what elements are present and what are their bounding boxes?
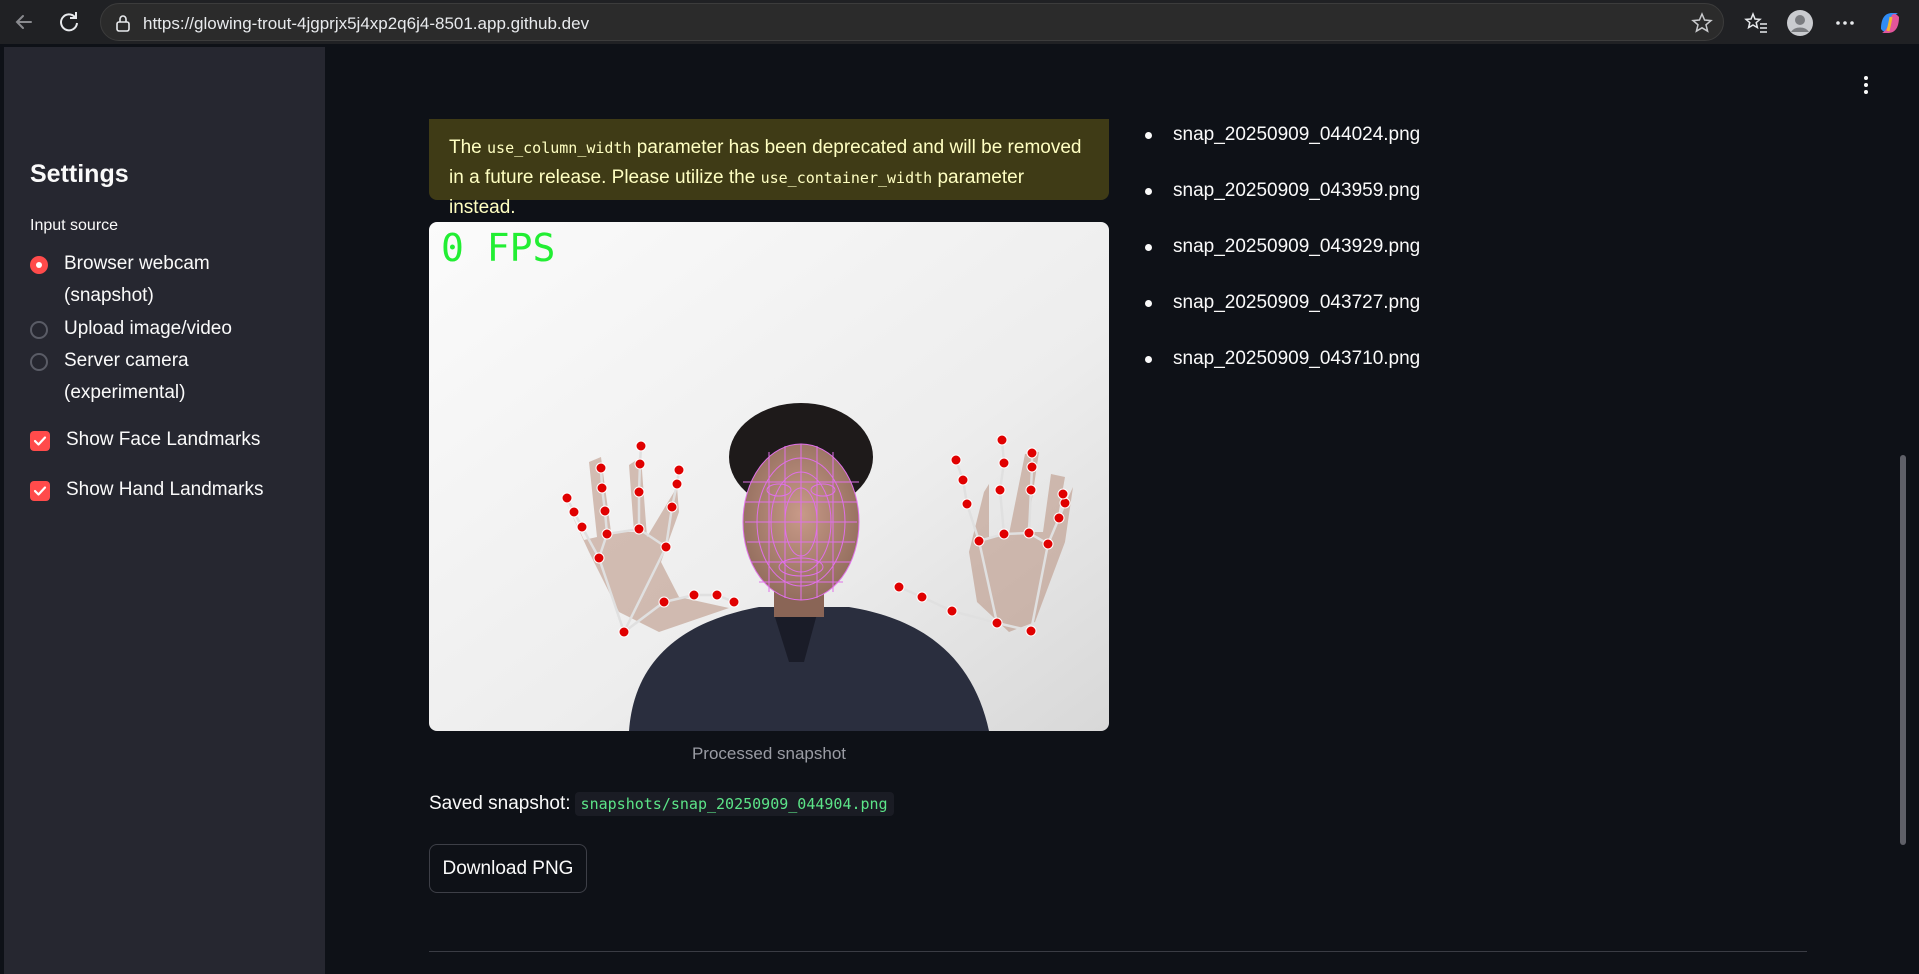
profile-avatar-icon[interactable] (1786, 9, 1814, 37)
divider (429, 951, 1807, 952)
warning-code: use_container_width (760, 169, 933, 187)
list-item: snap_20250909_043959.png (1131, 179, 1420, 235)
streamlit-app: Settings Input source Browser webcam (sn… (4, 47, 1916, 974)
sidebar-title: Settings (30, 160, 129, 188)
snapshot-file-list: snap_20250909_044024.png snap_20250909_0… (1131, 123, 1420, 403)
back-arrow-icon[interactable] (9, 8, 39, 36)
list-item: snap_20250909_043727.png (1131, 291, 1420, 347)
more-options-icon[interactable] (1831, 9, 1859, 37)
list-item: snap_20250909_043710.png (1131, 347, 1420, 403)
warning-code: use_column_width (487, 139, 632, 157)
radio-label: Server camera (64, 350, 189, 371)
radio-indicator[interactable] (30, 321, 48, 339)
saved-snapshot-label: Saved snapshot: (429, 793, 571, 814)
main-content: The use_column_width parameter has been … (325, 47, 1916, 974)
radio-indicator[interactable] (30, 353, 48, 371)
sidebar: Settings Input source Browser webcam (sn… (4, 47, 325, 974)
list-item: snap_20250909_043929.png (1131, 235, 1420, 291)
scrollbar-thumb[interactable] (1900, 455, 1906, 845)
warning-text: The (449, 137, 488, 158)
download-png-button[interactable]: Download PNG (429, 844, 587, 893)
fps-overlay-text: 0 FPS (441, 226, 555, 270)
processed-snapshot-image: 0 FPS (429, 222, 1109, 731)
list-item: snap_20250909_044024.png (1131, 123, 1420, 179)
radio-label: Browser webcam (64, 253, 210, 274)
deprecation-warning: The use_column_width parameter has been … (429, 119, 1109, 218)
reload-icon[interactable] (54, 8, 84, 36)
snapshot-caption: Processed snapshot (691, 744, 847, 763)
saved-snapshot-line: Saved snapshot: snapshots/snap_20250909_0… (429, 792, 894, 816)
main-menu-kebab-icon[interactable] (1856, 73, 1876, 97)
input-source-label: Input source (30, 217, 119, 234)
radio-selected-indicator[interactable] (30, 256, 48, 274)
checkbox-label: Show Face Landmarks (66, 429, 261, 450)
favorite-star-icon[interactable] (1691, 12, 1713, 34)
copilot-icon[interactable] (1876, 9, 1904, 37)
radio-label: Upload image/video (64, 318, 232, 339)
radio-label-sub: (experimental) (64, 382, 186, 403)
saved-snapshot-path: snapshots/snap_20250909_044904.png (574, 792, 894, 816)
favorites-icon[interactable] (1742, 9, 1770, 37)
site-info-icon[interactable] (113, 13, 133, 33)
browser-toolbar: https://glowing-trout-4jgprjx5j4xp2q6j4-… (0, 0, 1919, 44)
checkbox-checked-icon[interactable] (30, 481, 50, 501)
scrollbar[interactable] (1900, 47, 1912, 974)
checkbox-checked-icon[interactable] (30, 431, 50, 451)
address-bar[interactable]: https://glowing-trout-4jgprjx5j4xp2q6j4-… (100, 3, 1724, 41)
url-text[interactable]: https://glowing-trout-4jgprjx5j4xp2q6j4-… (143, 14, 589, 34)
checkbox-label: Show Hand Landmarks (66, 479, 264, 500)
radio-label-sub: (snapshot) (64, 285, 154, 306)
